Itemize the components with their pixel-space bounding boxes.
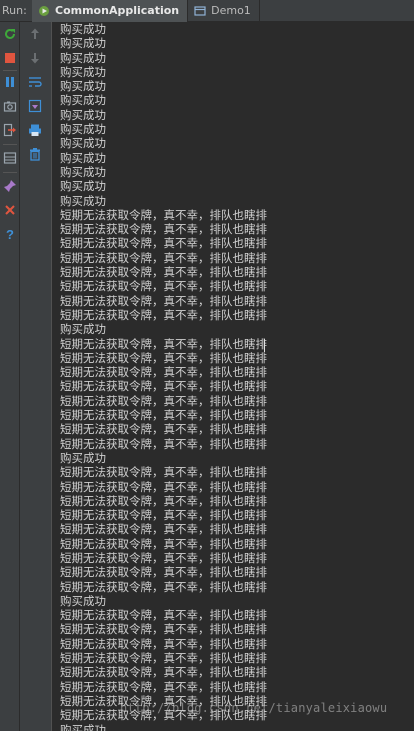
console-output[interactable]: 购买成功 购买成功 购买成功 购买成功 购买成功 购买成功 购买成功 购买成功 购买成功 购买成功…: [52, 22, 414, 731]
console-line: 短期无法获取令牌，真不幸，排队也瞎排: [60, 293, 267, 308]
console-line: 短期无法获取令牌，真不幸，排队也瞎排: [60, 207, 267, 222]
console-line: 短期无法获取令牌，真不幸，排队也瞎排: [60, 522, 267, 537]
pause-icon[interactable]: [2, 74, 18, 90]
window-icon: [194, 5, 206, 17]
tab-demo1[interactable]: Demo1: [188, 0, 260, 22]
console-line: 购买成功: [60, 722, 106, 731]
run-label: Run:: [2, 4, 27, 17]
console-line: 购买成功: [60, 193, 106, 208]
console-line: 短期无法获取令牌，真不幸，排队也瞎排: [60, 307, 267, 322]
console-line: 短期无法获取令牌，真不幸，排队也瞎排: [60, 336, 267, 351]
console-line: 短期无法获取令牌，真不幸，排队也瞎排: [60, 565, 267, 580]
text-caret: [264, 339, 265, 352]
console-line: 购买成功: [60, 122, 106, 137]
console-line: 购买成功: [60, 164, 106, 179]
console-line: 短期无法获取令牌，真不幸，排队也瞎排: [60, 665, 267, 680]
android-run-icon: [38, 5, 50, 17]
console-line: 短期无法获取令牌，真不幸，排队也瞎排: [60, 250, 267, 265]
print-icon[interactable]: [27, 122, 43, 138]
svg-text:?: ?: [6, 227, 14, 241]
console-line: 购买成功: [60, 36, 106, 51]
stop-icon[interactable]: [2, 50, 18, 66]
console-line: 短期无法获取令牌，真不幸，排队也瞎排: [60, 508, 267, 523]
console-line: 短期无法获取令牌，真不幸，排队也瞎排: [60, 393, 267, 408]
console-line: 购买成功: [60, 79, 106, 94]
console-line: 短期无法获取令牌，真不幸，排队也瞎排: [60, 579, 267, 594]
console-line: 短期无法获取令牌，真不幸，排队也瞎排: [60, 408, 267, 423]
console-line: 短期无法获取令牌，真不幸，排队也瞎排: [60, 636, 267, 651]
console-lines: 购买成功 购买成功 购买成功 购买成功 购买成功 购买成功 购买成功 购买成功 购买成功 购买成功…: [52, 22, 414, 731]
console-line: 购买成功: [60, 107, 106, 122]
layout-icon[interactable]: [2, 150, 18, 166]
console-line: 购买成功: [60, 64, 106, 79]
console-line: 购买成功: [60, 150, 106, 165]
run-tool-tab-bar: Run: CommonApplication Demo1: [0, 0, 414, 22]
up-arrow-icon[interactable]: [27, 26, 43, 42]
rerun-icon[interactable]: [2, 26, 18, 42]
console-line: 短期无法获取令牌，真不幸，排队也瞎排: [60, 350, 267, 365]
console-line: 短期无法获取令牌，真不幸，排队也瞎排: [60, 536, 267, 551]
console-line: 购买成功: [60, 136, 106, 151]
watermark: http://blog.csdn.net/tianyaleixiaowu: [120, 701, 388, 715]
down-arrow-icon[interactable]: [27, 50, 43, 66]
tab-common-application[interactable]: CommonApplication: [32, 0, 189, 22]
console-line: 购买成功: [60, 50, 106, 65]
console-line: 短期无法获取令牌，真不幸，排队也瞎排: [60, 679, 267, 694]
console-line: 短期无法获取令牌，真不幸，排队也瞎排: [60, 422, 267, 437]
console-line: 短期无法获取令牌，真不幸，排队也瞎排: [60, 479, 267, 494]
console-line: 短期无法获取令牌，真不幸，排队也瞎排: [60, 265, 267, 280]
console-line: 短期无法获取令牌，真不幸，排队也瞎排: [60, 493, 267, 508]
soft-wrap-icon[interactable]: [27, 74, 43, 90]
console-line: 购买成功: [60, 22, 106, 36]
console-line: 短期无法获取令牌，真不幸，排队也瞎排: [60, 236, 267, 251]
console-line: 购买成功: [60, 179, 106, 194]
console-line: 短期无法获取令牌，真不幸，排队也瞎排: [60, 465, 267, 480]
exit-icon[interactable]: [2, 122, 18, 138]
console-line: 短期无法获取令牌，真不幸，排队也瞎排: [60, 365, 267, 380]
console-line: 购买成功: [60, 450, 106, 465]
tab-label: Demo1: [211, 4, 251, 17]
console-line: 短期无法获取令牌，真不幸，排队也瞎排: [60, 622, 267, 637]
tab-label: CommonApplication: [55, 4, 180, 17]
console-line: 短期无法获取令牌，真不幸，排队也瞎排: [60, 608, 267, 623]
console-line: 短期无法获取令牌，真不幸，排队也瞎排: [60, 222, 267, 237]
trash-icon[interactable]: [27, 146, 43, 162]
console-line: 购买成功: [60, 322, 106, 337]
console-line: 短期无法获取令牌，真不幸，排队也瞎排: [60, 436, 267, 451]
console-line: 购买成功: [60, 93, 106, 108]
scroll-to-end-icon[interactable]: [27, 98, 43, 114]
pin-icon[interactable]: [2, 178, 18, 194]
console-line: 短期无法获取令牌，真不幸，排队也瞎排: [60, 550, 267, 565]
camera-dump-icon[interactable]: [2, 98, 18, 114]
console-line: 购买成功: [60, 593, 106, 608]
run-toolbar-secondary: [20, 22, 52, 731]
console-line: 短期无法获取令牌，真不幸，排队也瞎排: [60, 279, 267, 294]
console-line: 短期无法获取令牌，真不幸，排队也瞎排: [60, 379, 267, 394]
console-line: 短期无法获取令牌，真不幸，排队也瞎排: [60, 651, 267, 666]
close-icon[interactable]: [2, 202, 18, 218]
help-icon[interactable]: ?: [2, 226, 18, 242]
run-toolbar-primary: ?: [0, 22, 20, 731]
